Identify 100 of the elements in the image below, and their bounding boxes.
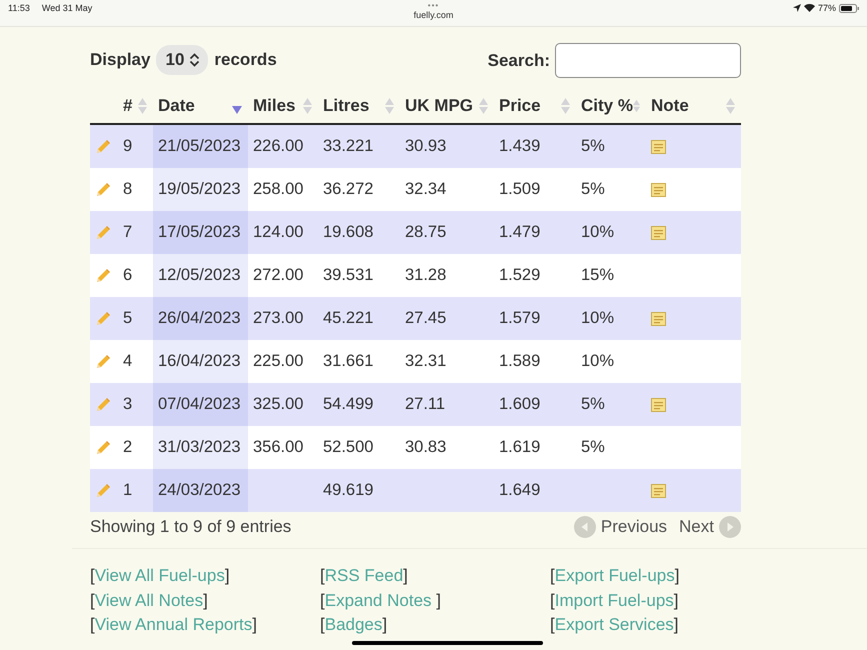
records-label: records — [214, 50, 277, 70]
pencil-icon[interactable] — [95, 396, 111, 412]
column-header[interactable]: Date — [158, 96, 195, 116]
pencil-icon[interactable] — [95, 224, 111, 240]
note-icon[interactable] — [651, 140, 666, 154]
sort-icon[interactable] — [303, 98, 312, 114]
table-cell: 30.93 — [405, 137, 446, 155]
note-icon[interactable] — [651, 182, 666, 196]
table-cell: 4 — [123, 352, 132, 370]
table-cell: 5 — [123, 309, 132, 327]
table-cell: 10% — [581, 309, 614, 327]
table-cell: 1.589 — [499, 352, 540, 370]
column-header[interactable]: UK MPG — [405, 96, 473, 116]
bracket: ] — [674, 615, 679, 634]
sort-icon[interactable] — [385, 98, 394, 114]
table-cell: 16/04/2023 — [158, 352, 241, 370]
status-date: Wed 31 May — [42, 3, 92, 13]
column-header[interactable]: Note — [651, 96, 689, 116]
table-cell: 24/03/2023 — [158, 481, 241, 499]
previous-button[interactable]: Previous — [574, 516, 668, 538]
display-label: Display — [90, 50, 150, 70]
table-cell: 1.649 — [499, 481, 540, 499]
pencil-icon[interactable] — [95, 440, 111, 456]
battery-icon — [839, 4, 859, 12]
table-cell: 17/05/2023 — [158, 223, 241, 241]
table-cell: 226.00 — [253, 137, 304, 155]
note-icon[interactable] — [651, 398, 666, 412]
table-cell: 6 — [123, 266, 132, 284]
sort-descending-icon[interactable] — [232, 106, 242, 114]
search-label: Search: — [488, 50, 550, 70]
note-icon[interactable] — [651, 484, 666, 498]
column-header[interactable]: City % — [581, 96, 633, 116]
table-cell: 1.579 — [499, 309, 540, 327]
table-cell: 54.499 — [323, 395, 374, 413]
bracket: ] — [674, 566, 680, 585]
table-cell: 27.11 — [405, 395, 446, 413]
table-cell: 52.500 — [323, 438, 374, 456]
note-icon[interactable] — [651, 226, 666, 240]
chevron-up-down-icon — [189, 52, 200, 66]
bracket: [ — [320, 590, 325, 610]
table-cell: 32.34 — [405, 180, 446, 198]
sort-icon[interactable] — [138, 98, 147, 114]
table-cell: 1.479 — [499, 223, 540, 241]
table-cell: 19/05/2023 — [158, 180, 241, 198]
bracket: [ — [90, 615, 95, 634]
home-indicator[interactable] — [352, 641, 543, 645]
next-button[interactable]: Next — [679, 516, 741, 538]
table-cell: 10% — [581, 352, 614, 370]
table-cell: 325.00 — [253, 395, 304, 413]
bracket: ] — [436, 590, 441, 610]
bracket: ] — [403, 566, 408, 585]
table-cell: 39.531 — [323, 266, 374, 284]
column-header[interactable]: Miles — [253, 96, 296, 116]
table-cell: 8 — [123, 180, 132, 198]
sort-icon[interactable] — [632, 98, 640, 114]
table-cell: 07/04/2023 — [158, 395, 241, 413]
bracket: ] — [382, 615, 388, 634]
table-cell: 12/05/2023 — [158, 266, 241, 284]
table-cell: 5% — [581, 137, 605, 155]
clock-time: 11:53 — [8, 3, 30, 13]
bracket: [ — [550, 590, 555, 610]
pencil-icon[interactable] — [95, 482, 111, 498]
table-cell: 33.221 — [323, 137, 374, 155]
search-field[interactable] — [555, 43, 741, 78]
table-cell: 3 — [123, 395, 132, 413]
bracket: [ — [90, 566, 95, 585]
bracket: [ — [550, 566, 555, 585]
pencil-icon[interactable] — [95, 138, 111, 154]
table-cell: 31/03/2023 — [158, 438, 241, 456]
wifi-icon — [804, 4, 815, 12]
table-cell: 26/04/2023 — [158, 309, 241, 327]
sort-icon[interactable] — [479, 98, 488, 114]
table-cell: 273.00 — [253, 309, 304, 327]
pencil-icon[interactable] — [95, 268, 111, 284]
pencil-icon[interactable] — [95, 310, 111, 326]
location-icon — [792, 4, 801, 12]
pencil-icon[interactable] — [95, 354, 111, 370]
column-header[interactable]: Litres — [323, 96, 370, 116]
url-text: fuelly.com — [414, 10, 454, 20]
entries-info: Showing 1 to 9 of 9 entries — [90, 517, 292, 537]
table-cell: 272.00 — [253, 266, 304, 284]
bracket: ] — [203, 590, 208, 610]
bracket: [ — [550, 615, 555, 634]
column-header[interactable]: # — [123, 96, 132, 116]
pencil-icon[interactable] — [95, 182, 111, 198]
sort-icon[interactable] — [726, 98, 735, 114]
column-header[interactable]: Price — [499, 96, 541, 116]
bracket: [ — [320, 566, 325, 585]
table-cell: 28.75 — [405, 223, 446, 241]
table-cell: 2 — [123, 438, 132, 456]
sort-icon[interactable] — [561, 98, 570, 114]
table-cell: 27.45 — [405, 309, 446, 327]
table-cell: 5% — [581, 180, 605, 198]
table-cell: 31.28 — [405, 266, 446, 284]
table-cell: 5% — [581, 395, 605, 413]
table-cell: 49.619 — [323, 481, 374, 499]
page-size-select[interactable]: 10 — [156, 44, 208, 74]
note-icon[interactable] — [651, 312, 666, 326]
table-cell: 1.609 — [499, 395, 540, 413]
table-cell: 1.529 — [499, 266, 540, 284]
